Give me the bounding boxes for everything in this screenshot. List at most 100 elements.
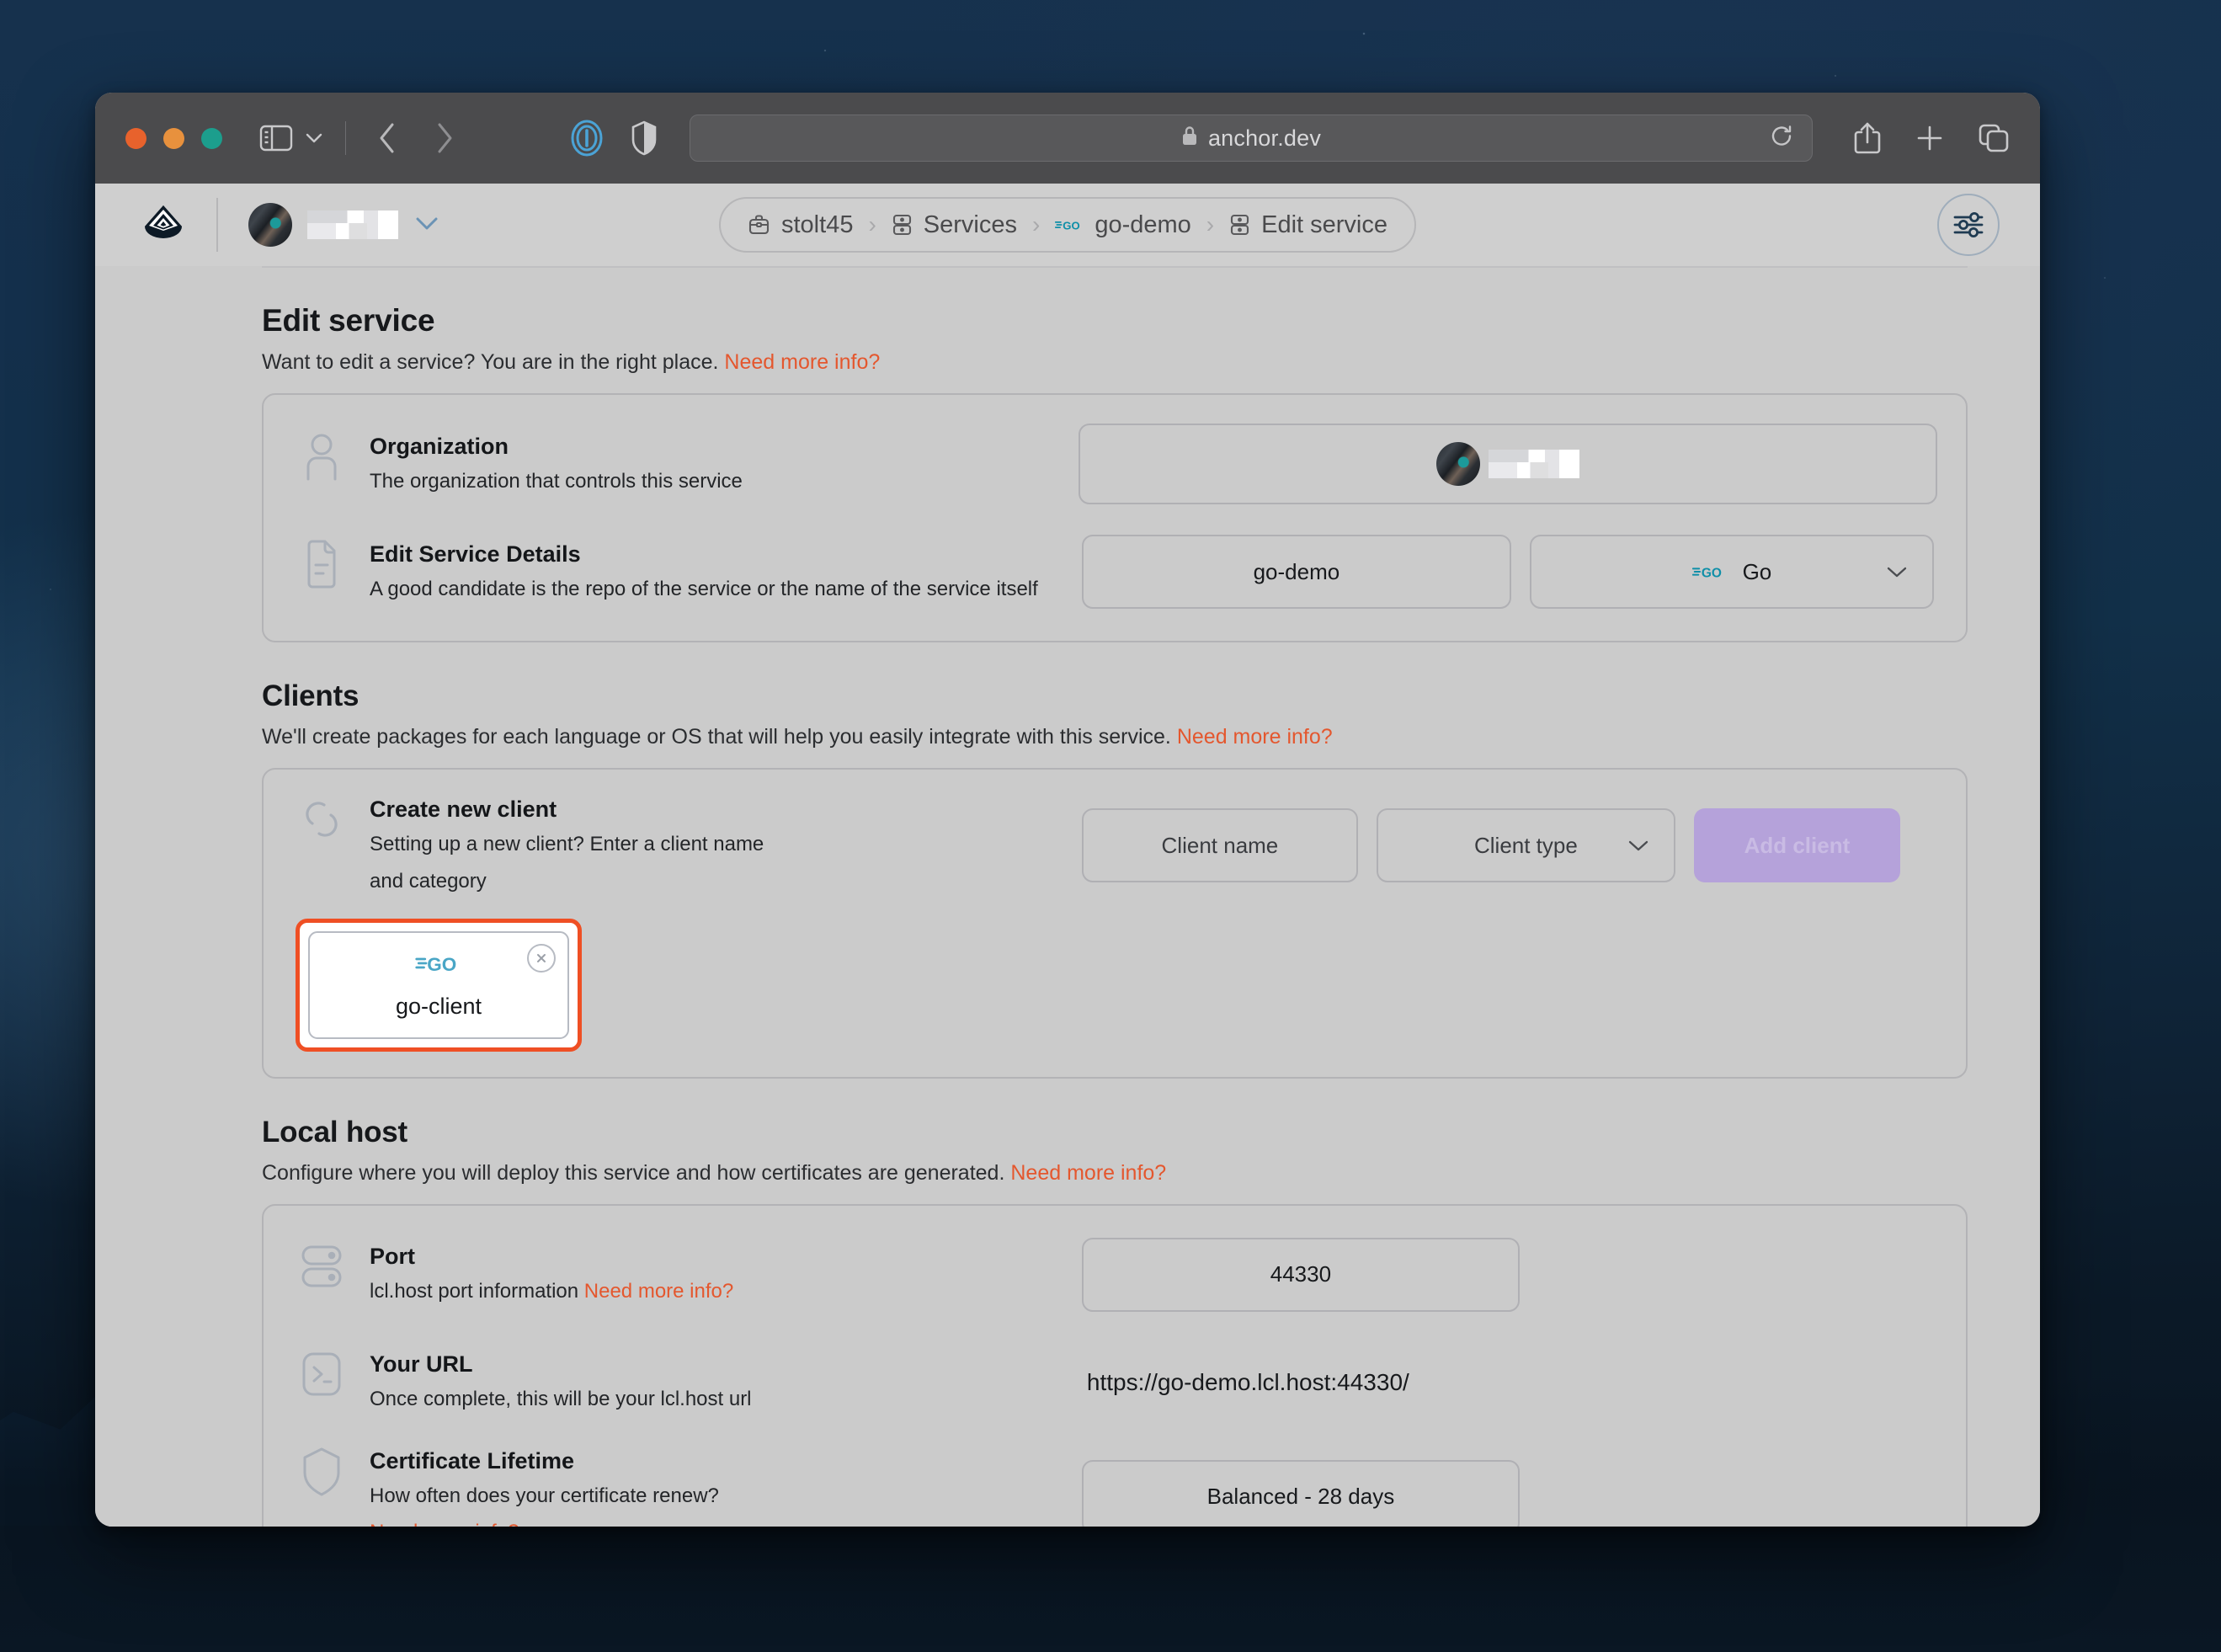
briefcase-icon	[748, 213, 770, 237]
chevron-down-icon[interactable]	[413, 215, 440, 236]
create-client-desc-1: Setting up a new client? Enter a client …	[370, 830, 764, 860]
shield-icon	[297, 1447, 346, 1497]
sidebar-chevron-down-icon[interactable]	[301, 120, 327, 157]
document-icon	[297, 540, 346, 589]
toolbar-divider	[345, 121, 346, 155]
breadcrumb-label: Services	[924, 211, 1017, 239]
extension-icons[interactable]	[568, 119, 658, 157]
clients-card: Create new client Setting up a new clien…	[262, 768, 1968, 1079]
client-chip-go-client[interactable]: GO go-client	[308, 931, 569, 1039]
app-header: stolt45 › Services ›	[95, 184, 2040, 266]
certificate-lifetime-row-left: Certificate Lifetime How often does your…	[292, 1447, 1082, 1527]
language-select[interactable]: GO Go	[1530, 535, 1934, 609]
clients-section-title: Clients	[262, 679, 1968, 713]
need-more-info-link[interactable]: Need more info?	[370, 1521, 519, 1527]
port-desc: lcl.host port information Need more info…	[370, 1277, 733, 1307]
breadcrumb-separator: ›	[1032, 211, 1040, 238]
service-details-row: Edit Service Details A good candidate is…	[292, 528, 1937, 616]
chevron-down-icon	[1885, 559, 1909, 585]
anchor-logo-icon[interactable]	[139, 200, 188, 249]
go-logo-icon: GO	[1692, 562, 1726, 582]
breadcrumb-item-service[interactable]: GO go-demo	[1055, 211, 1190, 239]
breadcrumb-separator: ›	[868, 211, 876, 238]
client-type-select[interactable]: Client type	[1377, 808, 1675, 882]
breadcrumb-label: Edit service	[1261, 211, 1387, 239]
breadcrumb[interactable]: stolt45 › Services ›	[719, 197, 1416, 253]
shield-privacy-icon[interactable]	[631, 120, 658, 157]
onepassword-icon[interactable]	[568, 119, 605, 157]
need-more-info-link[interactable]: Need more info?	[584, 1280, 733, 1303]
organization-title: Organization	[370, 434, 743, 460]
terminal-icon	[297, 1350, 346, 1399]
client-chip-label: go-client	[396, 994, 482, 1020]
browser-toolbar-right[interactable]	[1853, 120, 2010, 156]
service-details-text: Edit Service Details A good candidate is…	[370, 540, 1038, 605]
org-switcher[interactable]	[248, 203, 440, 247]
window-traffic-lights[interactable]	[125, 128, 222, 149]
link-chain-icon	[297, 795, 346, 844]
your-url-row-right: https://go-demo.lcl.host:44330/	[1082, 1369, 1937, 1396]
need-more-info-link[interactable]: Need more info?	[724, 350, 880, 374]
service-details-title: Edit Service Details	[370, 541, 1038, 568]
certificate-lifetime-row: Certificate Lifetime How often does your…	[292, 1447, 1937, 1527]
organization-desc: The organization that controls this serv…	[370, 467, 743, 497]
share-icon[interactable]	[1853, 120, 1882, 156]
service-name-value: go-demo	[1254, 559, 1340, 585]
go-logo-icon: GO	[1055, 216, 1084, 233]
breadcrumb-label: stolt45	[781, 211, 853, 239]
go-client-highlight-annotation: GO go-client	[296, 919, 582, 1052]
service-details-row-right: go-demo GO Go	[1082, 535, 1937, 609]
service-details-row-left: Edit Service Details A good candidate is…	[292, 540, 1082, 605]
organization-value	[1436, 442, 1579, 486]
certificate-lifetime-row-right: Balanced - 28 days	[1082, 1460, 1937, 1527]
back-chevron-icon[interactable]	[365, 118, 410, 158]
organization-row-left: Organization The organization that contr…	[292, 432, 1079, 497]
certificate-lifetime-title: Certificate Lifetime	[370, 1448, 719, 1474]
breadcrumb-item-edit-service[interactable]: Edit service	[1229, 211, 1387, 239]
reload-icon[interactable]	[1770, 125, 1793, 152]
port-input[interactable]: 44330	[1082, 1238, 1520, 1312]
add-client-button[interactable]: Add client	[1694, 808, 1900, 882]
sliders-settings-icon[interactable]	[1937, 194, 2000, 256]
svg-text:GO: GO	[1701, 566, 1721, 580]
language-value: Go	[1743, 559, 1772, 585]
page-subtitle-text: Want to edit a service? You are in the r…	[262, 350, 718, 374]
minimize-window-button[interactable]	[163, 128, 184, 149]
organization-select[interactable]	[1079, 424, 1937, 504]
breadcrumb-separator: ›	[1206, 211, 1214, 238]
organization-text: Organization The organization that contr…	[370, 432, 743, 497]
need-more-info-link[interactable]: Need more info?	[1177, 725, 1333, 749]
address-bar[interactable]: anchor.dev	[690, 115, 1813, 162]
svg-text:GO: GO	[427, 953, 456, 974]
client-type-placeholder: Client type	[1474, 833, 1578, 859]
breadcrumb-label: go-demo	[1095, 211, 1190, 239]
service-card: Organization The organization that contr…	[262, 393, 1968, 642]
port-value: 44330	[1270, 1261, 1331, 1287]
your-url-title: Your URL	[370, 1351, 752, 1378]
close-circle-icon[interactable]	[527, 944, 556, 973]
port-desc-text: lcl.host port information	[370, 1280, 578, 1303]
client-chip-list: GO go-client	[292, 919, 1937, 1052]
breadcrumb-item-org[interactable]: stolt45	[748, 211, 853, 239]
plus-icon[interactable]	[1915, 124, 1944, 152]
sidebar-toggle-icon[interactable]	[258, 120, 295, 157]
create-client-title: Create new client	[370, 797, 764, 823]
create-client-text: Create new client Setting up a new clien…	[370, 795, 764, 897]
tab-overview-icon[interactable]	[1978, 123, 2010, 153]
your-url-text: Your URL Once complete, this will be you…	[370, 1350, 752, 1415]
lock-icon	[1181, 125, 1198, 152]
certificate-lifetime-select[interactable]: Balanced - 28 days	[1082, 1460, 1520, 1527]
page-title: Edit service	[262, 303, 1968, 338]
organization-name-redacted	[1489, 450, 1579, 478]
svg-text:GO: GO	[1063, 219, 1080, 232]
clients-subtitle: We'll create packages for each language …	[262, 725, 1968, 749]
create-client-desc-2: and category	[370, 867, 764, 897]
client-name-input[interactable]: Client name	[1082, 808, 1358, 882]
breadcrumb-item-services[interactable]: Services	[892, 211, 1017, 239]
forward-chevron-icon[interactable]	[422, 118, 467, 158]
service-name-input[interactable]: go-demo	[1082, 535, 1511, 609]
zoom-window-button[interactable]	[201, 128, 222, 149]
certificate-lifetime-text: Certificate Lifetime How often does your…	[370, 1447, 719, 1527]
need-more-info-link[interactable]: Need more info?	[1010, 1161, 1166, 1185]
close-window-button[interactable]	[125, 128, 146, 149]
